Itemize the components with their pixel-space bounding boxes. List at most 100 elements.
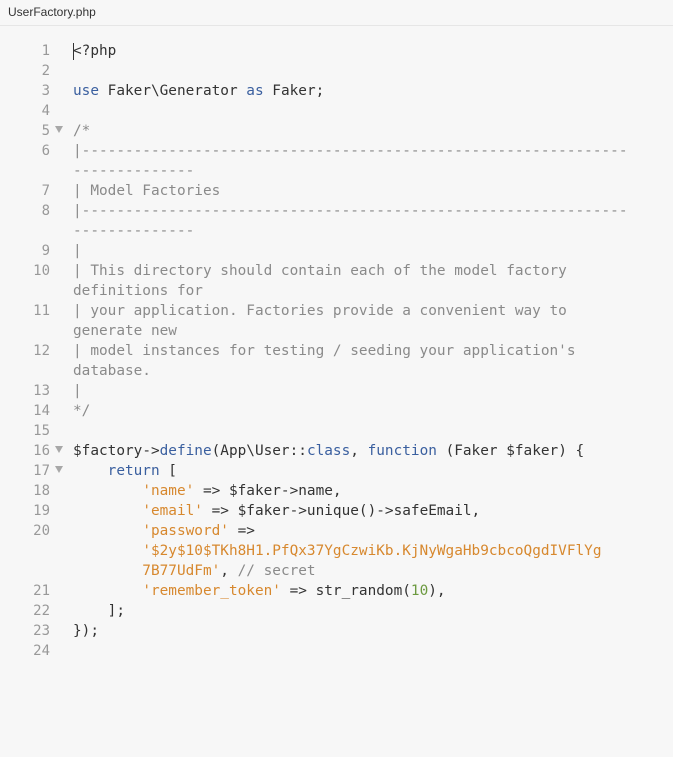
- code-text[interactable]: */: [73, 401, 668, 421]
- code-text[interactable]: | This directory should contain each of …: [73, 261, 668, 301]
- code-token: Faker;: [263, 83, 325, 99]
- code-line[interactable]: 21 'remember_token' => str_random(10),: [0, 581, 673, 601]
- code-token: 10: [410, 583, 429, 599]
- code-line[interactable]: 3 use Faker\Generator as Faker;: [0, 81, 673, 101]
- code-token: |: [73, 383, 82, 399]
- code-text[interactable]: 'remember_token' => str_random(10),: [73, 581, 668, 601]
- code-text[interactable]: | Model Factories: [73, 181, 668, 201]
- code-token: as: [246, 83, 264, 99]
- line-number: 9: [41, 243, 50, 259]
- code-line[interactable]: 7 | Model Factories: [0, 181, 673, 201]
- code-text[interactable]: use Faker\Generator as Faker;: [73, 81, 668, 101]
- code-line[interactable]: 24: [0, 641, 673, 661]
- code-line[interactable]: 12 | model instances for testing / seedin…: [0, 341, 673, 381]
- code-text[interactable]: | your application. Factories provide a …: [73, 301, 668, 341]
- code-text[interactable]: 'password' => '$2y$10$TKh8H1.PfQx37YgCzw…: [73, 521, 668, 581]
- code-token: | model instances for testing / seeding …: [73, 343, 576, 379]
- code-text[interactable]: |: [73, 381, 668, 401]
- line-number: 8: [41, 203, 50, 219]
- code-token: ),: [428, 583, 446, 599]
- fold-toggle-icon[interactable]: [55, 466, 63, 473]
- code-text[interactable]: ];: [73, 601, 668, 621]
- line-number: 23: [33, 623, 50, 639]
- fold-toggle-icon[interactable]: [55, 446, 63, 453]
- line-number: 21: [33, 583, 50, 599]
- code-line[interactable]: 17 return [: [0, 461, 673, 481]
- code-token: (Faker $faker) {: [436, 443, 585, 459]
- code-token: '$2y$10$TKh8H1.PfQx37YgCzwiKb.KjNyWgaHb9…: [142, 543, 602, 579]
- code-token: /*: [73, 123, 91, 139]
- code-line[interactable]: 10 | This directory should contain each o…: [0, 261, 673, 301]
- code-text[interactable]: <?php: [73, 41, 668, 61]
- code-line[interactable]: 14 */: [0, 401, 673, 421]
- fold-toggle-icon[interactable]: [55, 126, 63, 133]
- line-number: 13: [33, 383, 50, 399]
- code-token: define: [159, 443, 212, 459]
- code-line[interactable]: 18 'name' => $faker->name,: [0, 481, 673, 501]
- code-line[interactable]: 23});: [0, 621, 673, 641]
- code-token: 'remember_token': [142, 583, 281, 599]
- code-text[interactable]: | model instances for testing / seeding …: [73, 341, 668, 381]
- code-line[interactable]: 20 'password' => '$2y$10$TKh8H1.PfQx37Yg…: [0, 521, 673, 581]
- code-line[interactable]: 22 ];: [0, 601, 673, 621]
- line-number: 16: [33, 443, 50, 459]
- code-line[interactable]: 4: [0, 101, 673, 121]
- line-number: 17: [33, 463, 50, 479]
- code-line[interactable]: 2: [0, 61, 673, 81]
- code-line[interactable]: 1 <?php: [0, 41, 673, 61]
- line-number: 7: [41, 183, 50, 199]
- code-text[interactable]: $factory->define(App\User::class, functi…: [73, 441, 668, 461]
- code-token: ,: [350, 443, 368, 459]
- code-line[interactable]: 16 $factory->define(App\User::class, func…: [0, 441, 673, 461]
- code-token: | Model Factories: [73, 183, 221, 199]
- code-text[interactable]: /*: [73, 121, 668, 141]
- code-token: => str_random(: [280, 583, 411, 599]
- line-number: 10: [33, 263, 50, 279]
- code-token: 'name': [142, 483, 195, 499]
- code-line[interactable]: 8 |--------------------------------------…: [0, 201, 673, 241]
- code-token: ];: [73, 603, 125, 619]
- code-line[interactable]: 9 |: [0, 241, 673, 261]
- code-text[interactable]: |---------------------------------------…: [73, 141, 668, 181]
- line-number: 19: [33, 503, 50, 519]
- code-token: });: [73, 623, 99, 639]
- code-line[interactable]: 5 /*: [0, 121, 673, 141]
- code-token: 'password': [142, 523, 229, 539]
- code-text[interactable]: return [: [73, 461, 668, 481]
- code-line[interactable]: 11 | your application. Factories provide …: [0, 301, 673, 341]
- code-text[interactable]: 'name' => $faker->name,: [73, 481, 668, 501]
- line-number: 12: [33, 343, 50, 359]
- code-token: => $faker->unique()->safeEmail,: [202, 503, 481, 519]
- code-token: [: [159, 463, 177, 479]
- code-token: Faker\Generator: [99, 83, 247, 99]
- code-line[interactable]: 6 |--------------------------------------…: [0, 141, 673, 181]
- line-number: 14: [33, 403, 50, 419]
- line-number: 11: [33, 303, 50, 319]
- tab-userfactory[interactable]: UserFactory.php: [0, 0, 104, 25]
- code-line[interactable]: 13 |: [0, 381, 673, 401]
- line-number: 22: [33, 603, 50, 619]
- line-number: 1: [41, 43, 50, 59]
- code-text[interactable]: 'email' => $faker->unique()->safeEmail,: [73, 501, 668, 521]
- line-number: 6: [41, 143, 50, 159]
- code-line[interactable]: 15: [0, 421, 673, 441]
- code-token: ->: [142, 443, 160, 459]
- code-token: return: [107, 463, 160, 479]
- code-text[interactable]: });: [73, 621, 668, 641]
- code-line[interactable]: 19 'email' => $faker->unique()->safeEmai…: [0, 501, 673, 521]
- code-text[interactable]: |: [73, 241, 668, 261]
- line-number: 4: [41, 103, 50, 119]
- code-token: | your application. Factories provide a …: [73, 303, 567, 339]
- code-token: <?php: [73, 43, 117, 59]
- code-token: // secret: [237, 563, 316, 579]
- code-text[interactable]: |---------------------------------------…: [73, 201, 668, 241]
- code-token: */: [73, 403, 91, 419]
- code-token: $factory: [73, 443, 143, 459]
- line-number: 18: [33, 483, 50, 499]
- code-token: function: [367, 443, 437, 459]
